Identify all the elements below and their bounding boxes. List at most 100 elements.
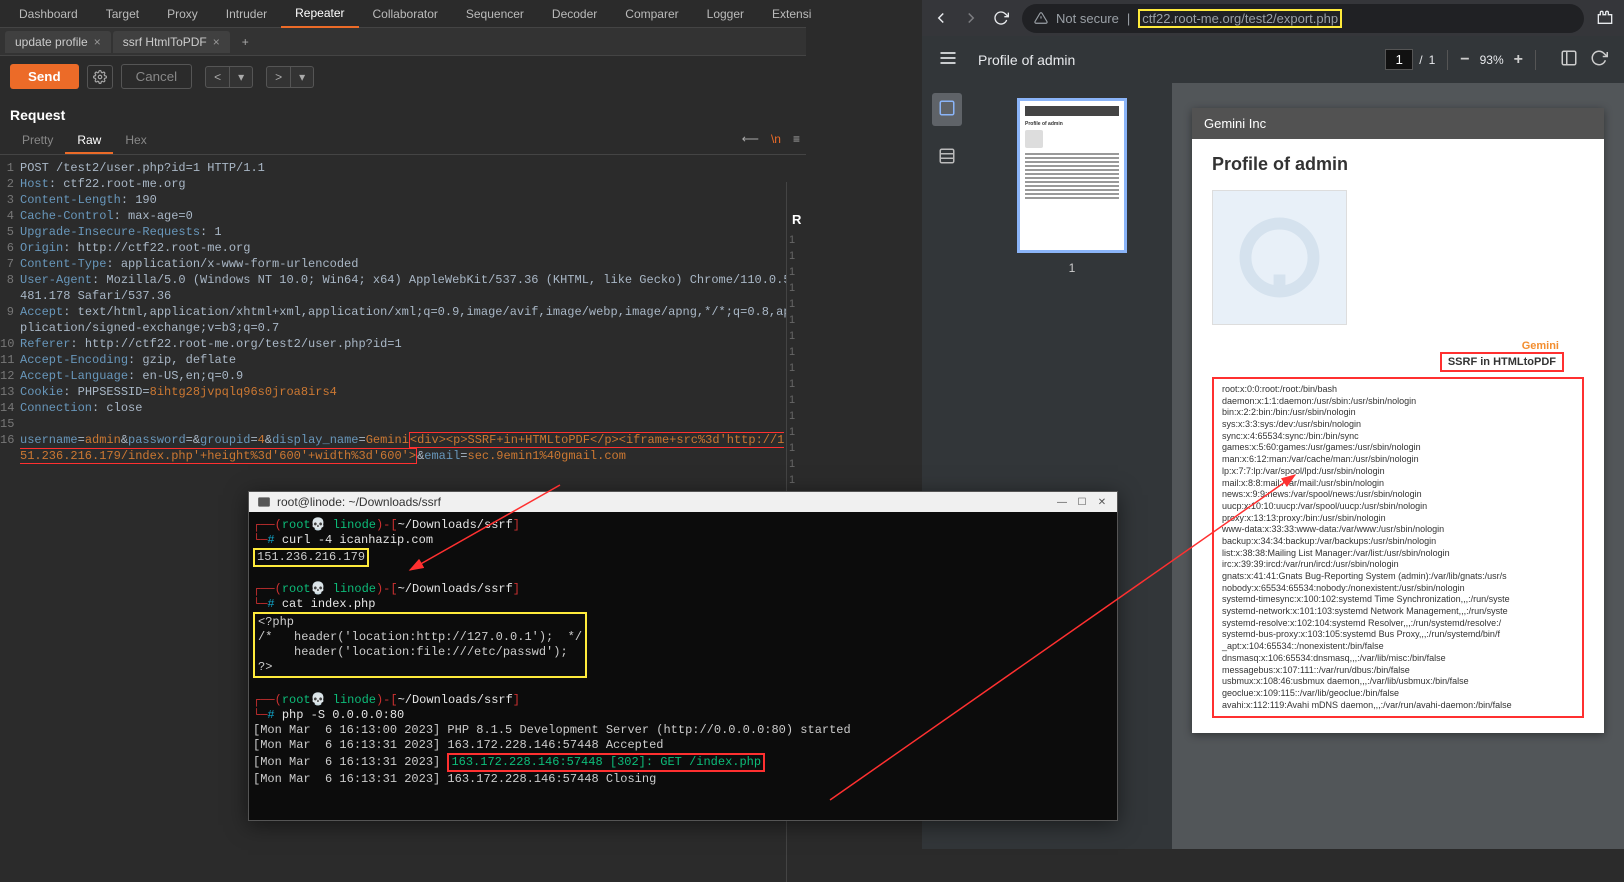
passwd-line: list:x:38:38:Mailing List Manager:/var/l…: [1222, 548, 1574, 560]
top-tab-dashboard[interactable]: Dashboard: [5, 1, 92, 27]
newline-icon[interactable]: ⟵: [736, 128, 765, 154]
request-label: Request: [0, 97, 806, 128]
menu-icon[interactable]: [938, 48, 958, 71]
view-tab-pretty[interactable]: Pretty: [10, 128, 65, 154]
passwd-line: nobody:x:65534:65534:nobody:/nonexistent…: [1222, 583, 1574, 595]
close-icon[interactable]: ×: [94, 35, 101, 49]
cancel-button[interactable]: Cancel: [121, 64, 193, 89]
code-line: 16username=admin&password=&groupid=4&dis…: [0, 432, 806, 464]
ssrf-label: SSRF in HTMLtoPDF: [1440, 352, 1564, 372]
repeater-toolbar: Send Cancel < ▾ > ▾: [0, 56, 806, 97]
code-line: 15: [0, 416, 806, 432]
passwd-line: root:x:0:0:root:/root:/bin/bash: [1222, 384, 1574, 396]
passwd-line: _apt:x:104:65534::/nonexistent:/bin/fals…: [1222, 641, 1574, 653]
passwd-line: systemd-network:x:101:103:systemd Networ…: [1222, 606, 1574, 618]
code-line: 5Upgrade-Insecure-Requests: 1: [0, 224, 806, 240]
view-tab-raw[interactable]: Raw: [65, 128, 113, 154]
rotate-icon[interactable]: [1590, 49, 1608, 70]
passwd-line: geoclue:x:109:115::/var/lib/geoclue:/bin…: [1222, 688, 1574, 700]
passwd-line: daemon:x:1:1:daemon:/usr/sbin:/usr/sbin/…: [1222, 396, 1574, 408]
zoom-level: 93%: [1480, 53, 1504, 67]
minimize-icon[interactable]: —: [1055, 495, 1069, 509]
code-line: 1POST /test2/user.php?id=1 HTTP/1.1: [0, 160, 806, 176]
url-text: ctf22.root-me.org/test2/export.php: [1138, 9, 1342, 28]
passwd-line: bin:x:2:2:bin:/bin:/usr/sbin/nologin: [1222, 407, 1574, 419]
passwd-line: sync:x:4:65534:sync:/bin:/bin/sync: [1222, 431, 1574, 443]
url-bar[interactable]: Not secure | ctf22.root-me.org/test2/exp…: [1022, 4, 1584, 33]
view-tabs: PrettyRawHex ⟵ \n ≡: [0, 128, 806, 155]
top-tab-intruder[interactable]: Intruder: [212, 1, 281, 27]
putty-icon: [257, 495, 271, 509]
passwd-line: messagebus:x:107:111::/var/run/dbus:/bin…: [1222, 665, 1574, 677]
send-button[interactable]: Send: [10, 64, 79, 89]
passwd-line: systemd-timesync:x:100:102:systemd Time …: [1222, 594, 1574, 606]
outline-icon[interactable]: [932, 141, 962, 174]
next-button[interactable]: >: [266, 66, 291, 88]
page-indicator: / 1: [1385, 49, 1435, 70]
top-tab-repeater[interactable]: Repeater: [281, 0, 358, 28]
passwd-line: www-data:x:33:33:www-data:/var/www:/usr/…: [1222, 524, 1574, 536]
not-secure-label: Not secure: [1056, 11, 1119, 26]
gemini-badge: Gemini: [1212, 340, 1584, 352]
prev-button[interactable]: <: [205, 66, 230, 88]
thumbnails-icon[interactable]: [932, 93, 962, 126]
zoom-in-button[interactable]: +: [1514, 51, 1523, 69]
code-line: 13Cookie: PHPSESSID=8ihtg28jvpqlq96s0jro…: [0, 384, 806, 400]
terminal-body[interactable]: ┌──(root💀 linode)-[~/Downloads/ssrf]└─# …: [249, 512, 1117, 793]
passwd-line: irc:x:39:39:ircd:/var/run/ircd:/usr/sbin…: [1222, 559, 1574, 571]
top-tab-sequencer[interactable]: Sequencer: [452, 1, 538, 27]
page-canvas[interactable]: Gemini Inc Profile of admin Gemini SSRF …: [1172, 83, 1624, 849]
page-input[interactable]: [1385, 49, 1413, 70]
subtab-update-profile[interactable]: update profile×: [5, 31, 111, 53]
settings-icon[interactable]: [87, 65, 113, 89]
top-tab-decoder[interactable]: Decoder: [538, 1, 611, 27]
subtab-ssrf[interactable]: ssrf HtmlToPDF×: [113, 31, 230, 53]
response-label: R: [787, 182, 806, 232]
top-tab-extensi[interactable]: Extensi: [758, 1, 825, 27]
passwd-line: usbmux:x:108:46:usbmux daemon,,,:/var/li…: [1222, 676, 1574, 688]
wrap-icon[interactable]: \n: [765, 128, 787, 154]
top-tab-logger[interactable]: Logger: [693, 1, 758, 27]
pdf-page: Gemini Inc Profile of admin Gemini SSRF …: [1192, 108, 1604, 733]
passwd-line: systemd-bus-proxy:x:103:105:systemd Bus …: [1222, 629, 1574, 641]
add-tab-button[interactable]: +: [232, 31, 259, 53]
maximize-icon[interactable]: ☐: [1075, 495, 1089, 509]
page-thumbnail[interactable]: Profile of admin: [1017, 98, 1127, 253]
extensions-icon[interactable]: [1596, 9, 1614, 27]
forward-icon[interactable]: [962, 9, 980, 27]
top-tab-collaborator[interactable]: Collaborator: [359, 1, 452, 27]
request-body[interactable]: 1POST /test2/user.php?id=1 HTTP/1.12Host…: [0, 155, 806, 469]
top-tab-target[interactable]: Target: [92, 1, 153, 27]
pdf-title: Profile of admin: [978, 52, 1385, 68]
terminal-title: root@linode: ~/Downloads/ssrf: [277, 495, 441, 509]
prev-dropdown[interactable]: ▾: [230, 66, 253, 88]
code-line: 14Connection: close: [0, 400, 806, 416]
code-line: 4Cache-Control: max-age=0: [0, 208, 806, 224]
top-tab-comparer[interactable]: Comparer: [611, 1, 692, 27]
warning-icon: [1034, 11, 1048, 25]
passwd-line: lp:x:7:7:lp:/var/spool/lpd:/usr/sbin/nol…: [1222, 466, 1574, 478]
passwd-line: mail:x:8:8:mail:/var/mail:/usr/sbin/nolo…: [1222, 478, 1574, 490]
code-line: 3Content-Length: 190: [0, 192, 806, 208]
close-icon[interactable]: ×: [213, 35, 220, 49]
fit-icon[interactable]: [1560, 49, 1578, 70]
top-tab-proxy[interactable]: Proxy: [153, 1, 212, 27]
page-header: Gemini Inc: [1192, 108, 1604, 139]
reload-icon[interactable]: [992, 9, 1010, 27]
terminal-window: root@linode: ~/Downloads/ssrf — ☐ ✕ ┌──(…: [248, 491, 1118, 821]
code-line: 6Origin: http://ctf22.root-me.org: [0, 240, 806, 256]
zoom-controls: − 93% +: [1460, 51, 1523, 69]
code-line: 2Host: ctf22.root-me.org: [0, 176, 806, 192]
back-icon[interactable]: [932, 9, 950, 27]
zoom-out-button[interactable]: −: [1460, 51, 1469, 69]
chrome-toolbar: Not secure | ctf22.root-me.org/test2/exp…: [922, 0, 1624, 36]
menu-icon[interactable]: ≡: [787, 128, 806, 154]
terminal-titlebar: root@linode: ~/Downloads/ssrf — ☐ ✕: [249, 492, 1117, 512]
avatar: [1212, 190, 1347, 325]
close-icon[interactable]: ✕: [1095, 495, 1109, 509]
view-tab-hex[interactable]: Hex: [113, 128, 158, 154]
avatar-icon: [1237, 215, 1322, 300]
next-dropdown[interactable]: ▾: [291, 66, 314, 88]
burp-sub-tabs: update profile× ssrf HtmlToPDF× +: [0, 28, 806, 56]
code-line: 9Accept: text/html,application/xhtml+xml…: [0, 304, 806, 336]
